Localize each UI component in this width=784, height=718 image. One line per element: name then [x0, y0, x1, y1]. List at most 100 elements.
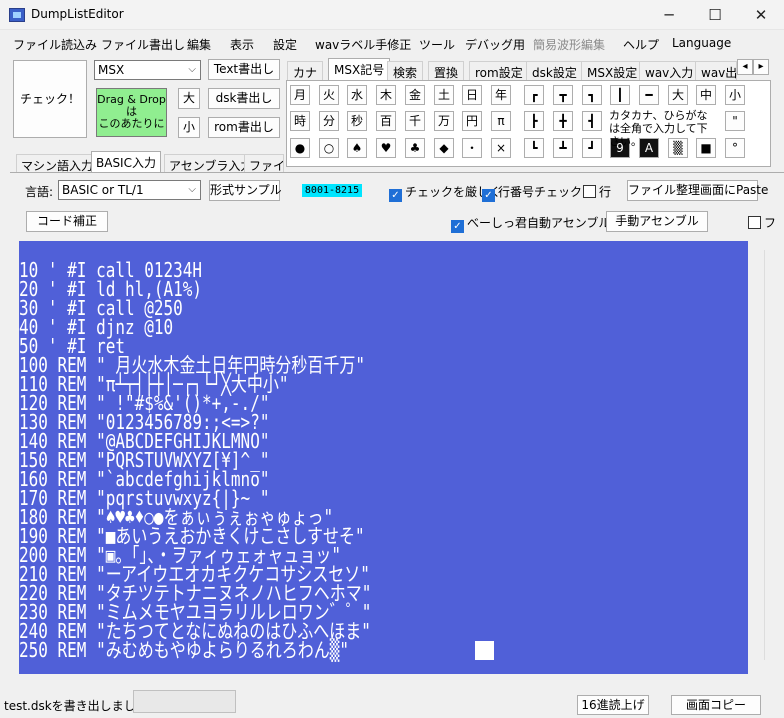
- screen-line: 250 REM "みむめもやゆよらりるれろわん▒": [19, 638, 349, 662]
- paste-to-file-button[interactable]: ファイル整理画面にPaste: [627, 180, 768, 201]
- code-fix-button[interactable]: コード補正: [26, 211, 108, 232]
- key-row1-10[interactable]: ┓: [582, 85, 602, 105]
- msx-screen[interactable]: 10 ' #I call 01234H 20 ' #I ld hl,(A1%) 30…: [19, 241, 748, 674]
- key-row3-0[interactable]: ●: [290, 138, 310, 158]
- key-row2-4[interactable]: 千: [405, 111, 425, 131]
- key-row3-5[interactable]: ◆: [434, 138, 454, 158]
- key-row2-1[interactable]: 分: [319, 111, 339, 131]
- line-check-checkbox[interactable]: ✓ 行番号チェック: [482, 183, 582, 202]
- key-row1-7[interactable]: 年: [491, 85, 511, 105]
- auto-assemble-checkbox[interactable]: ✓ べーしっ君自動アセンブル: [451, 214, 610, 233]
- key-row1-5[interactable]: 土: [434, 85, 454, 105]
- text-cursor: [475, 641, 494, 660]
- key-row1-11[interactable]: ┃: [610, 85, 630, 105]
- key-row1-0[interactable]: 月: [290, 85, 310, 105]
- tab-scroll-left-icon[interactable]: ◂: [737, 59, 753, 75]
- key-row1-13[interactable]: 大: [668, 85, 688, 105]
- close-icon[interactable]: ✕: [738, 0, 784, 30]
- key-row3-10[interactable]: ┛: [582, 138, 602, 158]
- key-row2-11[interactable]: ": [725, 111, 745, 131]
- chevron-down-icon: ⌵: [188, 184, 196, 195]
- key-row1-12[interactable]: ━: [639, 85, 659, 105]
- checkbox-checked-icon: ✓: [451, 220, 464, 233]
- tab-basic-input[interactable]: BASIC入力: [91, 151, 161, 172]
- menu-file-read[interactable]: ファイル読込み: [13, 36, 97, 53]
- key-row2-8[interactable]: ┣: [524, 111, 544, 131]
- manual-assemble-button[interactable]: 手動アセンブル: [606, 211, 708, 232]
- minimize-icon[interactable]: ─: [646, 0, 692, 30]
- key-row2-10[interactable]: ┫: [582, 111, 602, 131]
- chevron-down-icon: ⌵: [188, 64, 196, 75]
- keypad-note: カタカナ、ひらがなは全角で入力して下さい。: [609, 109, 708, 148]
- screen-copy-button[interactable]: 画面コピー: [671, 695, 761, 715]
- key-row1-1[interactable]: 火: [319, 85, 339, 105]
- key-row1-15[interactable]: 小: [725, 85, 745, 105]
- key-row3-2[interactable]: ♠: [347, 138, 367, 158]
- dsk-export-button[interactable]: dsk書出し: [208, 88, 280, 109]
- tab-wav-output[interactable]: wav出力: [695, 61, 737, 80]
- menu-wave-edit[interactable]: 簡易波形編集: [533, 36, 605, 53]
- maximize-icon[interactable]: ☐: [692, 0, 738, 30]
- row-checkbox[interactable]: 行: [583, 183, 611, 200]
- key-row1-6[interactable]: 日: [462, 85, 482, 105]
- tab-machine-input[interactable]: マシン語入力: [16, 154, 99, 173]
- key-row1-9[interactable]: ┳: [553, 85, 573, 105]
- menu-help[interactable]: ヘルプ: [623, 36, 659, 53]
- check-button[interactable]: チェック！: [13, 60, 87, 138]
- key-row2-3[interactable]: 百: [376, 111, 396, 131]
- language-select[interactable]: BASIC or TL/1 ⌵: [58, 180, 201, 200]
- tab-msx-symbols[interactable]: MSX記号: [328, 58, 391, 80]
- key-row3-3[interactable]: ♥: [376, 138, 396, 158]
- tab-rom-settings[interactable]: rom設定: [469, 61, 529, 80]
- drop-area[interactable]: Drag & Drop は このあたりに: [96, 88, 167, 137]
- key-row1-14[interactable]: 中: [696, 85, 716, 105]
- key-row1-8[interactable]: ┏: [524, 85, 544, 105]
- key-row3-7[interactable]: ×: [491, 138, 511, 158]
- tab-wav-input[interactable]: wav入力: [639, 61, 700, 80]
- hex-read-button[interactable]: 16進読上げ: [577, 695, 649, 715]
- tab-scroll-right-icon[interactable]: ▸: [753, 59, 769, 75]
- key-row2-0[interactable]: 時: [290, 111, 310, 131]
- tab-msx-settings[interactable]: MSX設定: [581, 61, 644, 80]
- key-row3-4[interactable]: ♣: [405, 138, 425, 158]
- tab-file[interactable]: ファイル: [244, 154, 284, 172]
- tab-search[interactable]: 検索: [387, 61, 424, 80]
- key-row3-6[interactable]: ・: [462, 138, 482, 158]
- menu-edit[interactable]: 編集: [187, 36, 211, 53]
- key-row2-7[interactable]: π: [491, 111, 511, 131]
- menu-view[interactable]: 表示: [230, 36, 254, 53]
- key-row3-9[interactable]: ┻: [553, 138, 573, 158]
- key-row2-9[interactable]: ╋: [553, 111, 573, 131]
- key-row2-6[interactable]: 円: [462, 111, 482, 131]
- size-large-button[interactable]: 大: [178, 88, 200, 109]
- key-row1-2[interactable]: 水: [347, 85, 367, 105]
- key-row2-5[interactable]: 万: [434, 111, 454, 131]
- size-small-button[interactable]: 小: [178, 117, 200, 138]
- extra-checkbox[interactable]: フ: [748, 214, 778, 231]
- key-row3-15[interactable]: °: [725, 138, 745, 158]
- rom-export-button[interactable]: rom書出し: [208, 117, 280, 138]
- format-sample-button[interactable]: 形式サンプル: [209, 180, 282, 201]
- machine-select[interactable]: MSX ⌵: [94, 60, 201, 80]
- menu-language[interactable]: Language: [672, 36, 731, 50]
- text-export-button[interactable]: Text書出し: [208, 59, 280, 80]
- check-button-label: チェック！: [19, 92, 80, 106]
- key-row1-4[interactable]: 金: [405, 85, 425, 105]
- tab-dsk-settings[interactable]: dsk設定: [526, 61, 583, 80]
- menu-tools[interactable]: ツール: [419, 36, 455, 53]
- status-progress-box: [133, 690, 236, 713]
- menu-settings[interactable]: 設定: [273, 36, 297, 53]
- menu-file-write[interactable]: ファイル書出し: [101, 36, 185, 53]
- vertical-scrollbar[interactable]: [764, 250, 776, 660]
- tab-replace[interactable]: 置換: [428, 61, 465, 80]
- menu-wav-label[interactable]: wavラベル手修正: [315, 36, 411, 53]
- tab-kana[interactable]: カナ: [287, 61, 324, 80]
- menu-debug[interactable]: デバッグ用: [465, 36, 525, 53]
- key-row3-1[interactable]: ○: [319, 138, 339, 158]
- key-row2-2[interactable]: 秒: [347, 111, 367, 131]
- address-badge: 8001-8215: [302, 184, 362, 197]
- key-row3-8[interactable]: ┗: [524, 138, 544, 158]
- language-select-value: BASIC or TL/1: [62, 183, 144, 197]
- key-row1-3[interactable]: 木: [376, 85, 396, 105]
- window-title: DumpListEditor: [31, 7, 124, 21]
